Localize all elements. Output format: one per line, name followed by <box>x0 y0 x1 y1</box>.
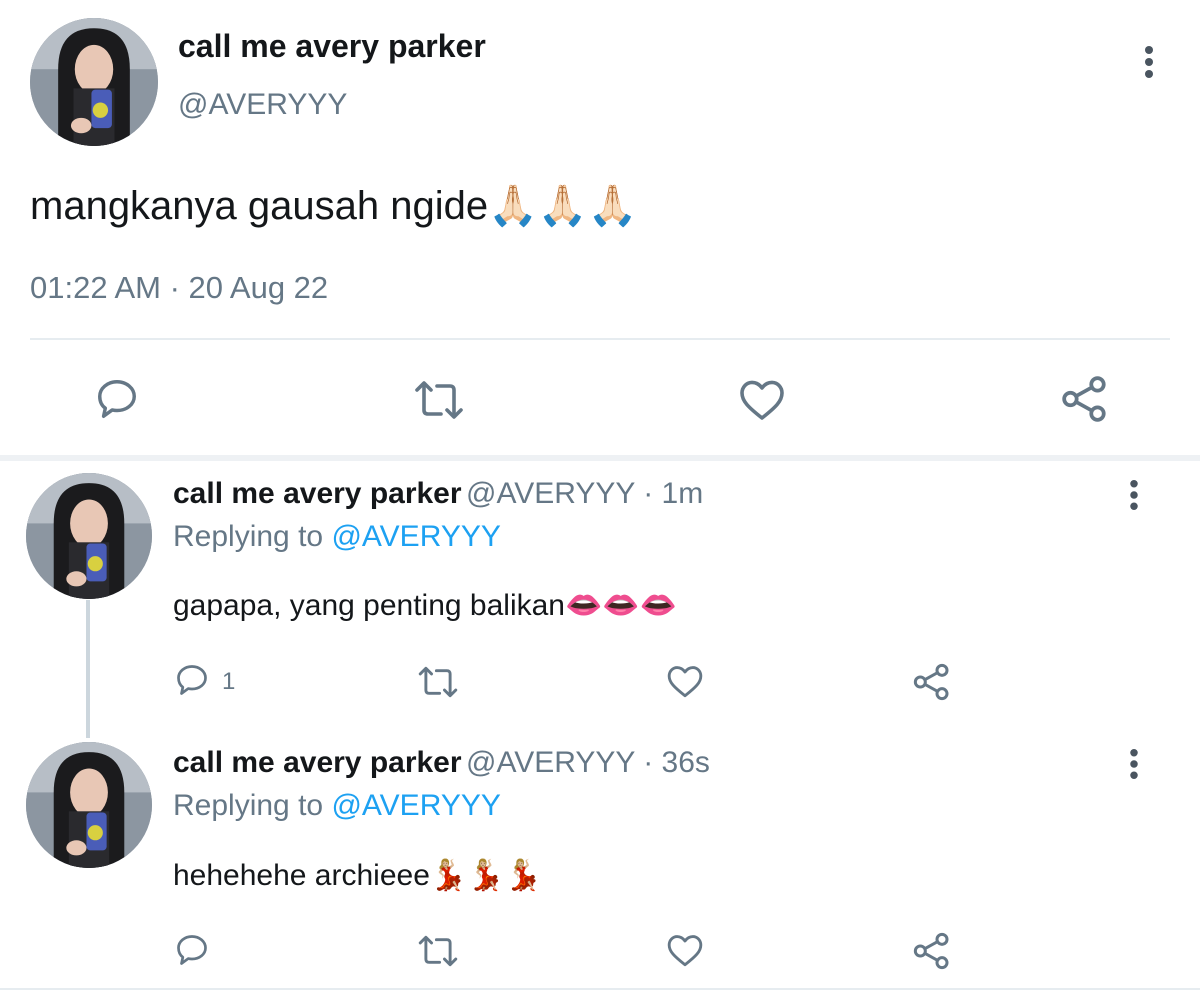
reply-display-name[interactable]: call me avery parker <box>173 746 462 779</box>
reply-icon[interactable] <box>174 662 210 698</box>
share-icon[interactable] <box>1060 374 1110 424</box>
heart-icon[interactable] <box>738 378 786 422</box>
share-icon[interactable] <box>912 662 952 702</box>
reply-handle-time: @AVERYYY · 36s <box>466 746 710 779</box>
reply-icon[interactable] <box>94 376 140 422</box>
divider <box>30 338 1170 340</box>
replying-mention[interactable]: @AVERYYY <box>331 789 500 822</box>
author-handle[interactable]: @AVERYYY <box>178 88 347 122</box>
tweet-text: mangkanya gausah ngide🙏🏻🙏🏻🙏🏻 <box>30 184 638 228</box>
avatar-photo <box>26 742 152 868</box>
retweet-icon[interactable] <box>413 378 465 422</box>
thread-line <box>86 600 90 738</box>
more-options-icon[interactable] <box>1119 478 1149 512</box>
reply-text: gapapa, yang penting balikan👄👄👄 <box>173 589 678 622</box>
avatar-photo <box>26 473 152 599</box>
author-display-name[interactable]: call me avery parker <box>178 28 486 65</box>
more-options-icon[interactable] <box>1133 44 1165 80</box>
reply-count: 1 <box>222 668 236 695</box>
section-divider <box>0 455 1200 461</box>
reply-display-name[interactable]: call me avery parker <box>173 477 462 510</box>
replying-prefix: Replying to <box>173 789 332 822</box>
reply-avatar[interactable] <box>26 473 152 599</box>
retweet-icon[interactable] <box>417 933 459 969</box>
reply-icon[interactable] <box>174 932 210 968</box>
replying-prefix: Replying to <box>173 520 332 553</box>
replying-to: Replying to @AVERYYY <box>173 520 501 554</box>
avatar-photo <box>30 18 158 146</box>
reply-text: hehehehe archieee💃🏼💃🏼💃🏼 <box>173 859 542 892</box>
replying-mention[interactable]: @AVERYYY <box>331 520 500 553</box>
replying-to: Replying to @AVERYYY <box>173 789 501 823</box>
main-avatar[interactable] <box>30 18 158 146</box>
heart-icon[interactable] <box>666 933 704 968</box>
share-icon[interactable] <box>912 931 952 971</box>
reply-header: call me avery parker @AVERYYY · 36s <box>173 746 710 780</box>
reply-handle-time: @AVERYYY · 1m <box>466 477 704 510</box>
heart-icon[interactable] <box>666 664 704 699</box>
more-options-icon[interactable] <box>1119 747 1149 781</box>
retweet-icon[interactable] <box>417 664 459 700</box>
divider <box>0 988 1200 990</box>
tweet-timestamp: 01:22 AM · 20 Aug 22 <box>30 270 329 305</box>
reply-header: call me avery parker @AVERYYY · 1m <box>173 477 703 511</box>
reply-avatar[interactable] <box>26 742 152 868</box>
